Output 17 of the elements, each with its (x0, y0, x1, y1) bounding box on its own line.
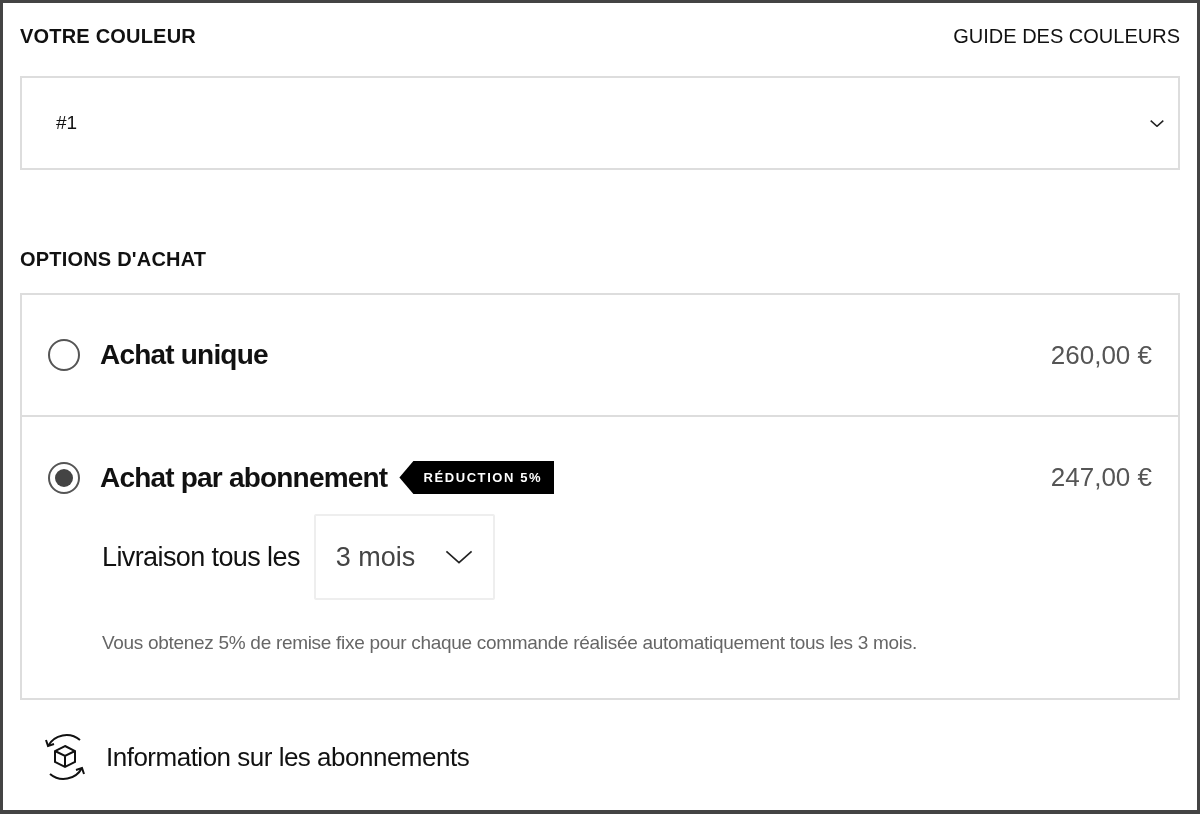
chevron-down-icon (445, 550, 474, 564)
color-select[interactable]: #1 (20, 76, 1180, 170)
option-price: 247,00 € (1050, 462, 1152, 493)
radio-button[interactable] (48, 461, 80, 494)
interval-select[interactable]: 3 mois (313, 514, 496, 600)
subscription-info-link[interactable]: Information sur les abonnements (38, 730, 1180, 784)
delivery-label: Livraison tous les (102, 541, 300, 573)
section-title: VOTRE COULEUR (20, 25, 196, 48)
subscription-note: Vous obtenez 5% de remise fixe pour chaque commande réalisée automatiquement tous les 3 mois. (102, 632, 918, 654)
option-label: Achat unique (100, 339, 268, 371)
color-guide-link[interactable]: GUIDE DES COULEURS (953, 25, 1180, 48)
option-price: 260,00 € (1050, 339, 1152, 371)
section-title: OPTIONS D'ACHAT (20, 248, 208, 271)
radio-button[interactable] (48, 339, 80, 371)
discount-tag: RÉDUCTION 5% (399, 461, 555, 494)
option-label: Achat par abonnement (100, 461, 388, 494)
chevron-down-icon (1150, 119, 1164, 127)
